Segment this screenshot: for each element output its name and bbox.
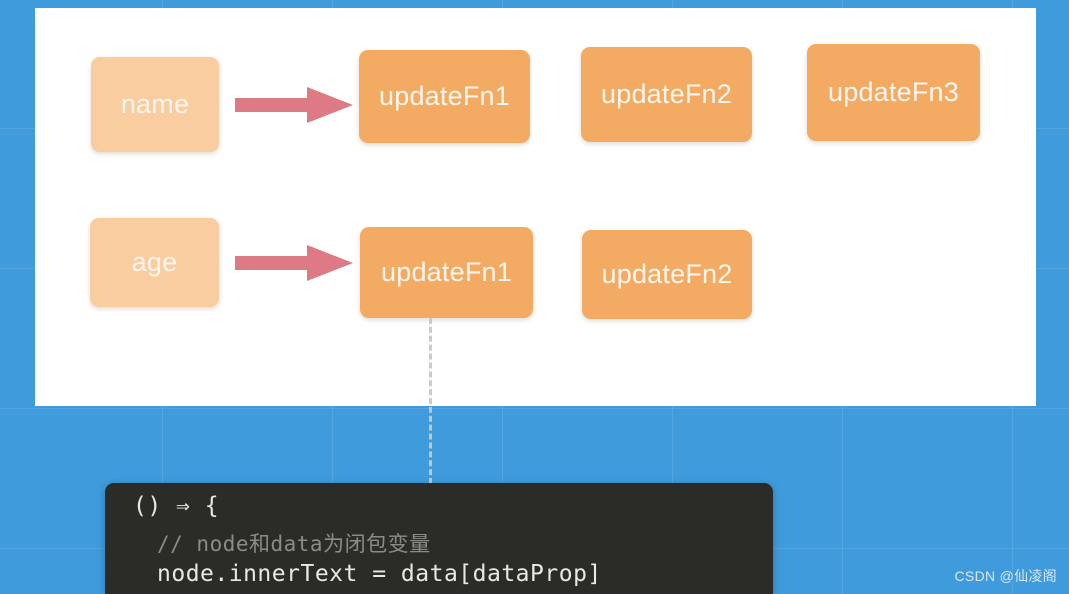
node-name-updatefn1[interactable]: updateFn1	[359, 50, 530, 143]
code-block: () ⇒ { // node和data为闭包变量 node.innerText …	[105, 483, 773, 594]
node-label: updateFn2	[601, 79, 732, 109]
node-name-updatefn2[interactable]: updateFn2	[581, 47, 752, 142]
code-line-3: node.innerText = data[dataProp]	[157, 561, 602, 587]
code-line-1: () ⇒ {	[133, 493, 220, 519]
node-age-label: age	[131, 247, 178, 277]
node-age-updatefn1[interactable]: updateFn1	[360, 227, 533, 318]
node-name[interactable]: name	[91, 57, 219, 152]
node-label: updateFn2	[601, 259, 733, 289]
dashed-connector	[429, 318, 432, 484]
node-label: updateFn1	[379, 81, 510, 111]
node-age-updatefn2[interactable]: updateFn2	[582, 230, 752, 319]
diagram-canvas: name updateFn1 updateFn2 updateFn3 age u…	[0, 0, 1069, 594]
node-name-updatefn3[interactable]: updateFn3	[807, 44, 980, 141]
node-name-label: name	[120, 89, 190, 119]
code-line-comment: // node和data为闭包变量	[157, 532, 431, 556]
node-label: updateFn1	[381, 257, 512, 287]
node-label: updateFn3	[828, 77, 959, 107]
watermark: CSDN @仙凌阁	[954, 568, 1057, 584]
node-age[interactable]: age	[90, 218, 219, 307]
